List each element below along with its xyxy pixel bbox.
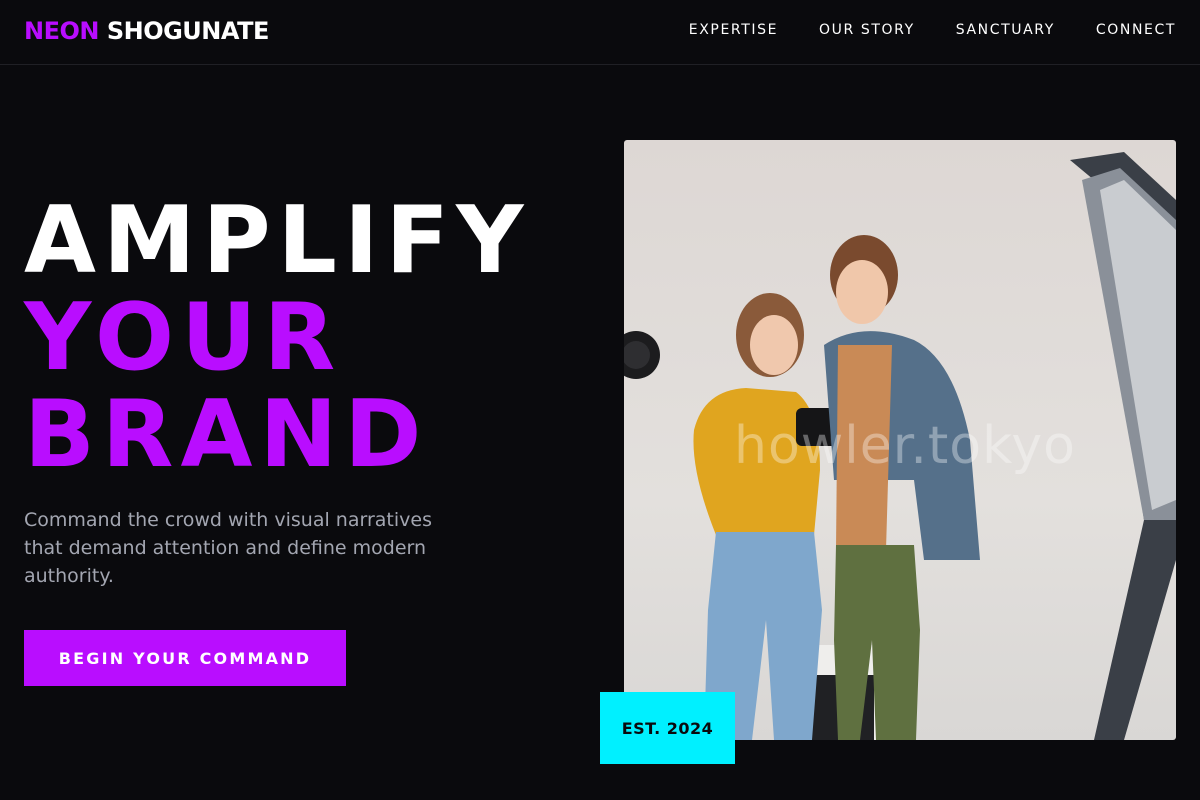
est-badge: EST. 2024 (600, 692, 735, 764)
site-header: NEON SHOGUNATE EXPERTISE OUR STORY SANCT… (0, 0, 1200, 65)
nav-link-sanctuary[interactable]: SANCTUARY (956, 20, 1055, 40)
hero-headline: AMPLIFY YOUR BRAND (24, 192, 530, 483)
logo-text: SHOGUNATE (106, 17, 270, 45)
headline-line-3: BRAND (24, 380, 429, 488)
main-nav: EXPERTISE OUR STORY SANCTUARY CONNECT (689, 20, 1176, 40)
headline-line-1: AMPLIFY (24, 186, 531, 294)
hero-subtext: Command the crowd with visual narratives… (24, 509, 432, 587)
nav-link-expertise[interactable]: EXPERTISE (689, 20, 778, 40)
headline-line-2: YOUR (24, 283, 343, 391)
logo-accent: NEON (24, 17, 99, 45)
nav-link-our-story[interactable]: OUR STORY (819, 20, 915, 40)
nav-link-connect[interactable]: CONNECT (1096, 20, 1176, 40)
image-watermark: howler.tokyo (734, 416, 1076, 476)
begin-command-button[interactable]: BEGIN YOUR COMMAND (24, 630, 346, 686)
hero-photo: howler.tokyo (624, 140, 1176, 740)
logo[interactable]: NEON SHOGUNATE (24, 16, 269, 46)
